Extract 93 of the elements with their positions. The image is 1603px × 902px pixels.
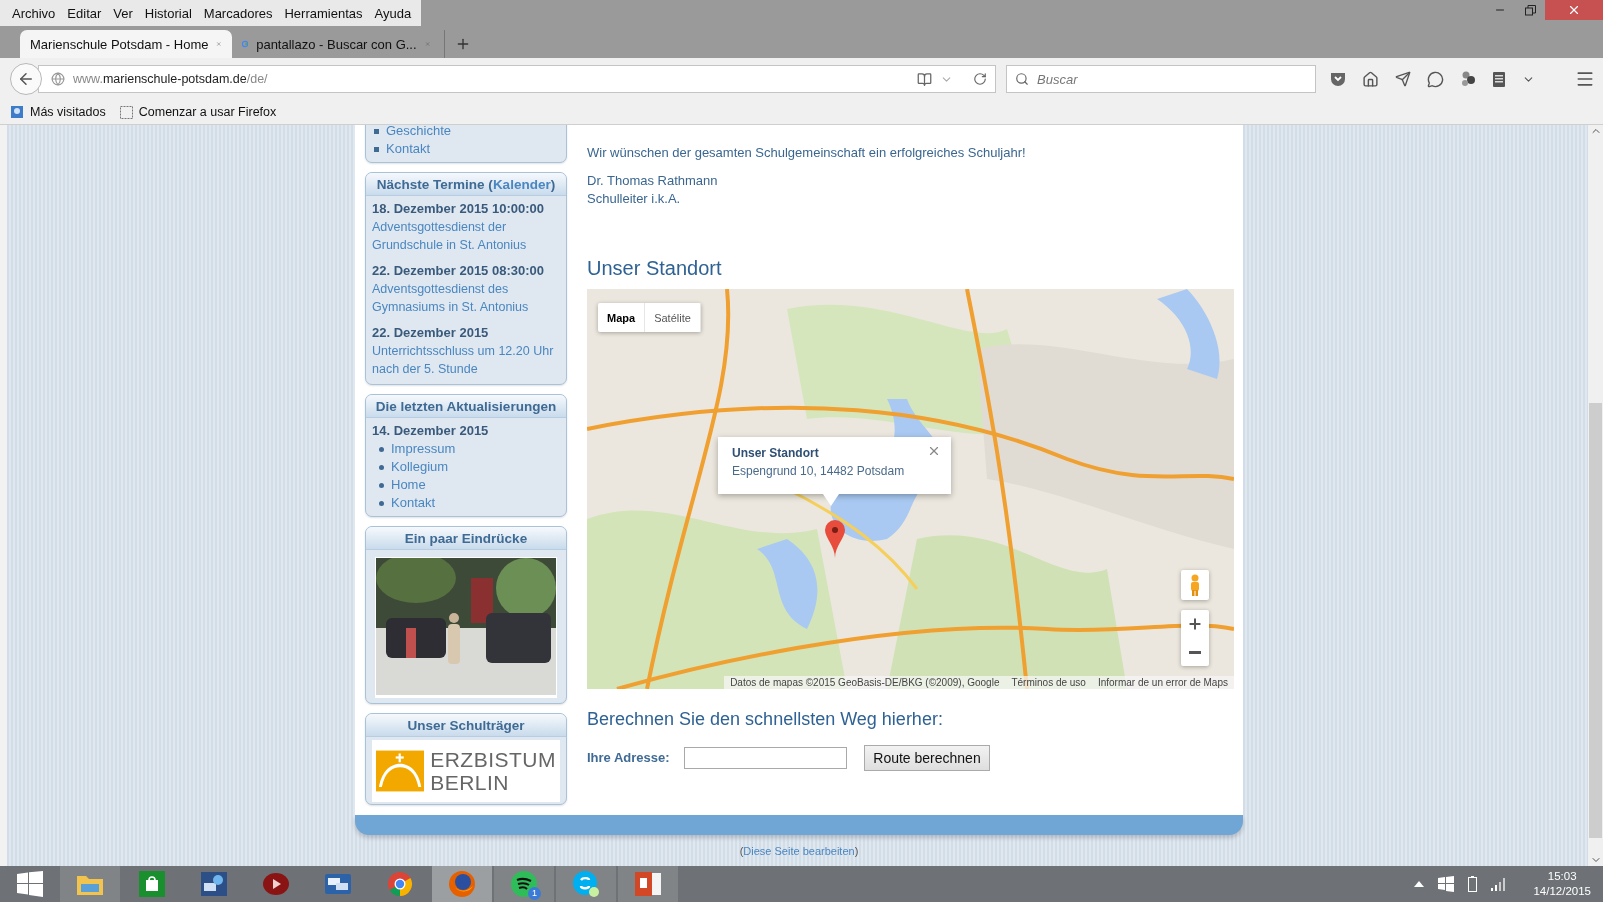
event-date: 18. Dezember 2015 10:00:00	[372, 200, 545, 218]
menu-item[interactable]: Marcadores	[197, 5, 279, 21]
menu-item[interactable]: Ayuda	[368, 5, 418, 21]
parenthesis: (	[739, 845, 744, 857]
map[interactable]: Mapa Satélite Unser Standort Espengrund 10, 14482 Potsdam Datos de mapas ©2015 GeoBasis-DE/BKG (©2009), Google Términos de uso Informar de un error de Maps	[587, 289, 1234, 689]
minus-icon	[1189, 650, 1201, 654]
events-title: Nächste Termine (Kalender)	[366, 173, 566, 196]
section-heading: Berechnen Sie den schnellsten Weg hierher:	[587, 708, 944, 731]
caret-icon[interactable]	[1414, 881, 1425, 887]
event-date: 22. Dezember 2015 08:30:00	[372, 262, 545, 280]
reader-view-icon[interactable]	[917, 71, 932, 87]
address-input[interactable]	[684, 747, 847, 769]
menu-icon[interactable]	[1575, 69, 1595, 89]
info-window-tail	[823, 494, 839, 506]
info-address: Espengrund 10, 14482 Potsdam	[732, 463, 906, 480]
folder-icon	[10, 105, 24, 119]
bullet	[379, 482, 384, 488]
plus-icon	[455, 36, 471, 52]
windows-icon[interactable]	[1438, 876, 1455, 892]
menu-item[interactable]: Herramientas	[278, 5, 369, 21]
menu-item[interactable]: Ver	[107, 5, 139, 21]
map-link[interactable]: Términos de uso	[1011, 676, 1086, 689]
box-title: Unser Schulträger	[366, 714, 566, 737]
map-link[interactable]: Informar de un error de Maps	[1097, 676, 1228, 689]
event-date: 22. Dezember 2015	[372, 324, 490, 342]
sponsor-logo[interactable]: ERZBISTUM BERLIN	[372, 740, 560, 802]
search-icon	[1015, 72, 1029, 86]
circles-icon[interactable]	[1460, 71, 1476, 87]
menu-item[interactable]: Archivo	[6, 5, 62, 21]
taskbar-button[interactable]	[618, 866, 678, 902]
map-type-button[interactable]: Satélite	[645, 303, 701, 332]
address-label: Ihre Adresse:	[587, 749, 671, 767]
search-field[interactable]: Buscar	[1006, 65, 1316, 93]
shopping-bag-icon	[139, 871, 165, 897]
reload-icon[interactable]	[973, 72, 987, 86]
monitor-icon	[200, 871, 228, 897]
bullet	[374, 128, 379, 134]
home-icon[interactable]	[1362, 70, 1379, 88]
page-icon	[119, 105, 133, 119]
person-icon	[1189, 574, 1201, 596]
send-icon[interactable]	[1395, 71, 1411, 87]
url-text: www.marienschule-potsdam.de/de/	[73, 72, 269, 86]
taskbar-button[interactable]: 1	[494, 866, 554, 902]
signal-icon[interactable]	[1491, 877, 1508, 891]
bookmark[interactable]: Más visitados	[10, 105, 106, 119]
map-type-button[interactable]: Mapa	[598, 303, 646, 332]
menu-item[interactable]: Historial	[138, 5, 198, 21]
parenthesis: )	[854, 845, 859, 857]
close-icon[interactable]	[927, 444, 941, 458]
play-icon	[262, 872, 290, 896]
bullet	[379, 500, 384, 506]
section-heading: Unser Standort	[587, 256, 723, 281]
notification-badge: 1	[528, 887, 541, 900]
update-date: 14. Dezember 2015	[372, 422, 490, 440]
search-input[interactable]: Buscar	[1035, 70, 1307, 88]
taskbar-button[interactable]	[432, 866, 492, 902]
battery-icon[interactable]	[1468, 876, 1478, 892]
scroll-thumb[interactable]	[1589, 403, 1602, 838]
restore-icon	[1524, 4, 1536, 16]
info-title: Unser Standort	[732, 445, 820, 461]
clipboard-icon[interactable]	[1492, 70, 1506, 88]
browser-tab[interactable]: pantallazo - Buscar con G...	[232, 30, 440, 58]
close-icon	[1567, 3, 1581, 17]
plus-icon	[1187, 616, 1203, 632]
box-title: Ein paar Eindrücke	[366, 527, 566, 550]
clock[interactable]: 15:03 14/12/2015	[1533, 869, 1591, 899]
slides-icon	[634, 870, 662, 898]
sound-wave-icon	[510, 870, 538, 898]
bullet	[379, 446, 384, 452]
map-pin-icon[interactable]	[825, 520, 845, 558]
signature: Dr. Thomas Rathmann Schulleiter i.k.A.	[587, 172, 719, 208]
chat-icon	[324, 872, 352, 896]
windows-icon	[17, 871, 43, 897]
globe-icon	[51, 72, 65, 86]
route-button[interactable]: Route berechnen	[864, 745, 990, 771]
street-view-button[interactable]	[1181, 570, 1209, 600]
map-attribution: Datos de mapas ©2015 GeoBasis-DE/BKG (©2009), Google	[730, 676, 1000, 689]
scrollbar[interactable]	[1588, 125, 1603, 866]
logo-text: ERZBISTUM BERLIN	[430, 748, 556, 794]
back-button[interactable]	[10, 63, 42, 95]
bullet	[379, 464, 384, 470]
globe-icon	[448, 870, 476, 898]
taskbar-button[interactable]	[556, 866, 616, 902]
bullet	[374, 146, 379, 152]
paragraph: Wir wünschen der gesamten Schulgemeinschaft ein erfolgreiches Schuljahr!	[587, 144, 1027, 162]
box-title: Die letzten Aktualisierungen	[366, 395, 566, 418]
chat-bubble-icon[interactable]	[1427, 70, 1444, 88]
menu-item[interactable]: Editar	[61, 5, 108, 21]
pocket-icon[interactable]	[1330, 71, 1346, 87]
ring-icon	[387, 871, 413, 897]
browser-tab[interactable]: Marienschule Potsdam - Home	[20, 30, 232, 58]
address-field[interactable]: www.marienschule-potsdam.de/de/	[38, 65, 996, 93]
bookmark[interactable]: Comenzar a usar Firefox	[119, 105, 277, 119]
